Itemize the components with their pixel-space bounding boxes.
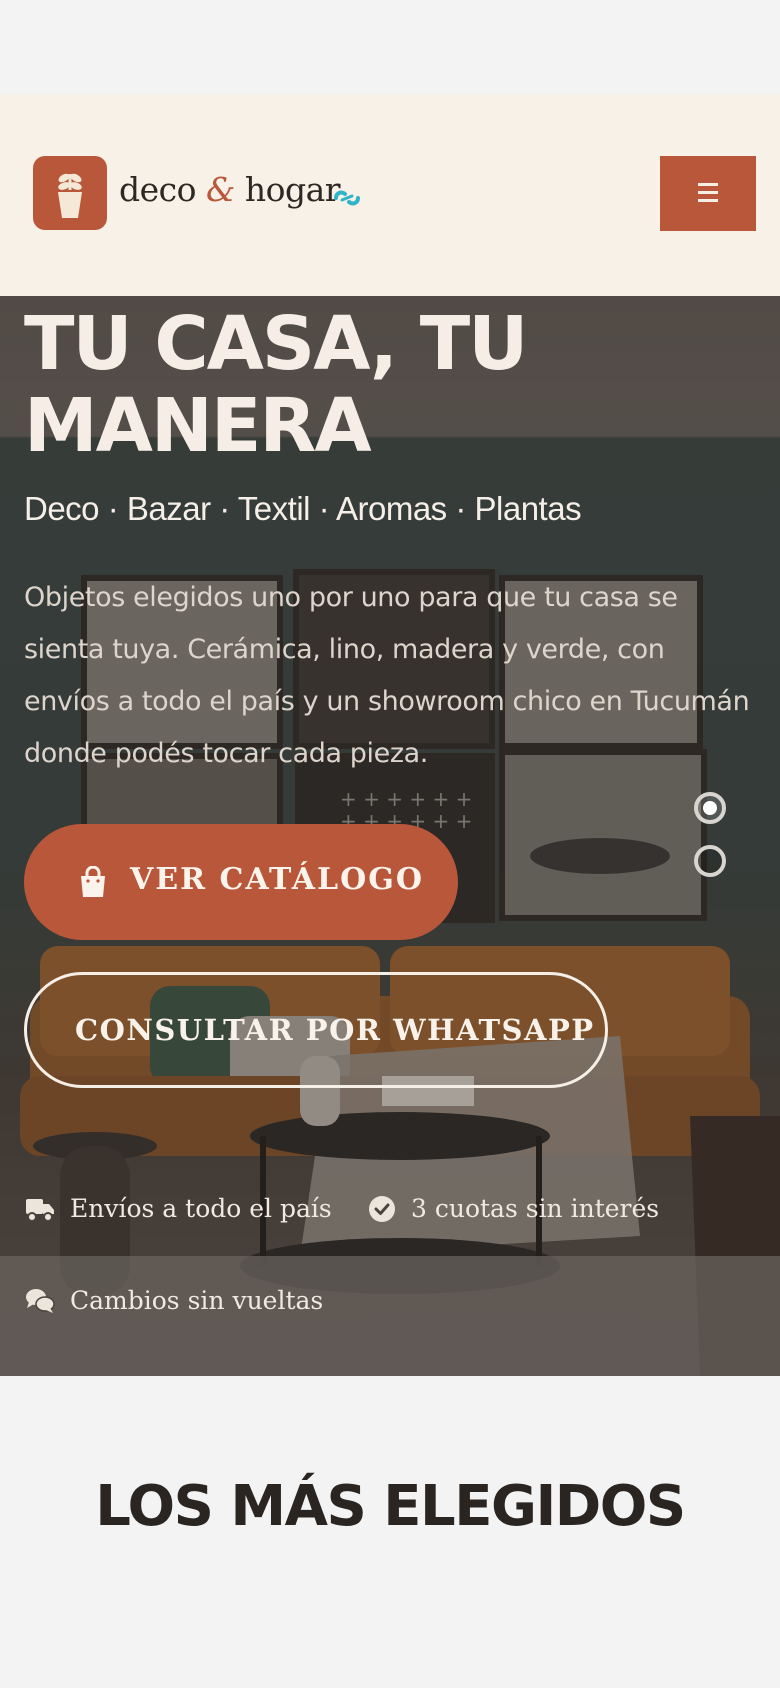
logo-plant-icon[interactable] [33,156,107,230]
brand-name-part1: deco [119,170,197,209]
hamburger-icon [698,183,718,202]
whatsapp-label: CONSULTAR POR WHATSAPP [75,1013,595,1047]
hero-title: TU CASA, TU MANERA [24,301,528,469]
link-icon[interactable] [332,186,362,210]
whatsapp-button[interactable]: CONSULTAR POR WHATSAPP [24,972,608,1088]
brand-wordmark[interactable]: deco & hogar [119,170,341,209]
chat-bubbles-icon [26,1289,55,1313]
truck-icon [26,1199,54,1222]
slider-dot-1[interactable] [694,792,726,824]
slider-dot-2[interactable] [694,845,726,877]
feature-shipping: Envíos a todo el país [70,1194,332,1223]
menu-button[interactable] [660,156,756,231]
top-spacer [0,0,780,94]
feature-installments: 3 cuotas sin interés [411,1194,660,1223]
brand-name-part2: hogar [244,170,341,209]
section-title: LOS MÁS ELEGIDOS [95,1474,686,1539]
feature-returns: Cambios sin vueltas [70,1286,324,1315]
hero-subtitle: Deco · Bazar · Textil · Aromas · Plantas [24,490,582,527]
shopping-bag-icon [81,866,105,897]
hero-description: Objetos elegidos uno por uno para que tu… [24,582,750,769]
view-catalog-button[interactable]: VER CATÁLOGO [24,824,458,940]
view-catalog-label: VER CATÁLOGO [130,862,424,897]
check-circle-icon [369,1196,395,1222]
brand-ampersand: & [206,170,235,209]
